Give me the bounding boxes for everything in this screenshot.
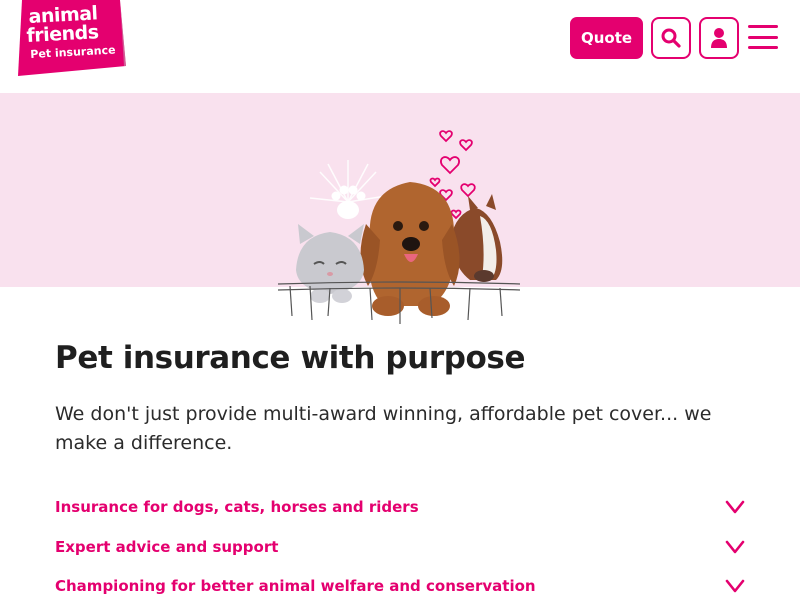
intro-section: Pet insurance with purpose We don't just… — [55, 340, 755, 458]
accordion-item-insurance[interactable]: Insurance for dogs, cats, horses and rid… — [55, 492, 745, 522]
accordion-item-welfare[interactable]: Championing for better animal welfare an… — [55, 571, 745, 600]
accordion-label: Championing for better animal welfare an… — [55, 577, 536, 595]
search-icon — [661, 28, 681, 48]
intro-text: We don't just provide multi-award winnin… — [55, 403, 712, 454]
accordion-item-advice[interactable]: Expert advice and support — [55, 532, 745, 562]
cat-dog-horse-illustration — [277, 130, 521, 324]
chevron-down-icon — [725, 540, 745, 554]
sunburst-decoration — [309, 160, 387, 203]
dog-illustration — [360, 182, 460, 316]
account-button[interactable] — [699, 17, 739, 59]
accordion-label: Expert advice and support — [55, 538, 279, 556]
animal-friends-logo[interactable]: animal friends Pet insurance — [16, 0, 126, 76]
accordion-label: Insurance for dogs, cats, horses and rid… — [55, 498, 419, 516]
menu-bar — [748, 25, 778, 28]
chevron-down-icon — [725, 500, 745, 514]
page-title: Pet insurance with purpose — [55, 340, 526, 376]
menu-bar — [748, 35, 778, 39]
logo-text-friends: friends — [26, 21, 100, 47]
user-icon — [711, 28, 727, 48]
hamburger-menu-icon[interactable] — [748, 25, 778, 49]
quote-button[interactable]: Quote — [570, 17, 643, 59]
menu-bar — [748, 46, 778, 49]
chevron-down-icon — [725, 579, 745, 593]
site-header: animal friends Pet insurance Quote — [0, 0, 800, 93]
search-button[interactable] — [651, 17, 691, 59]
